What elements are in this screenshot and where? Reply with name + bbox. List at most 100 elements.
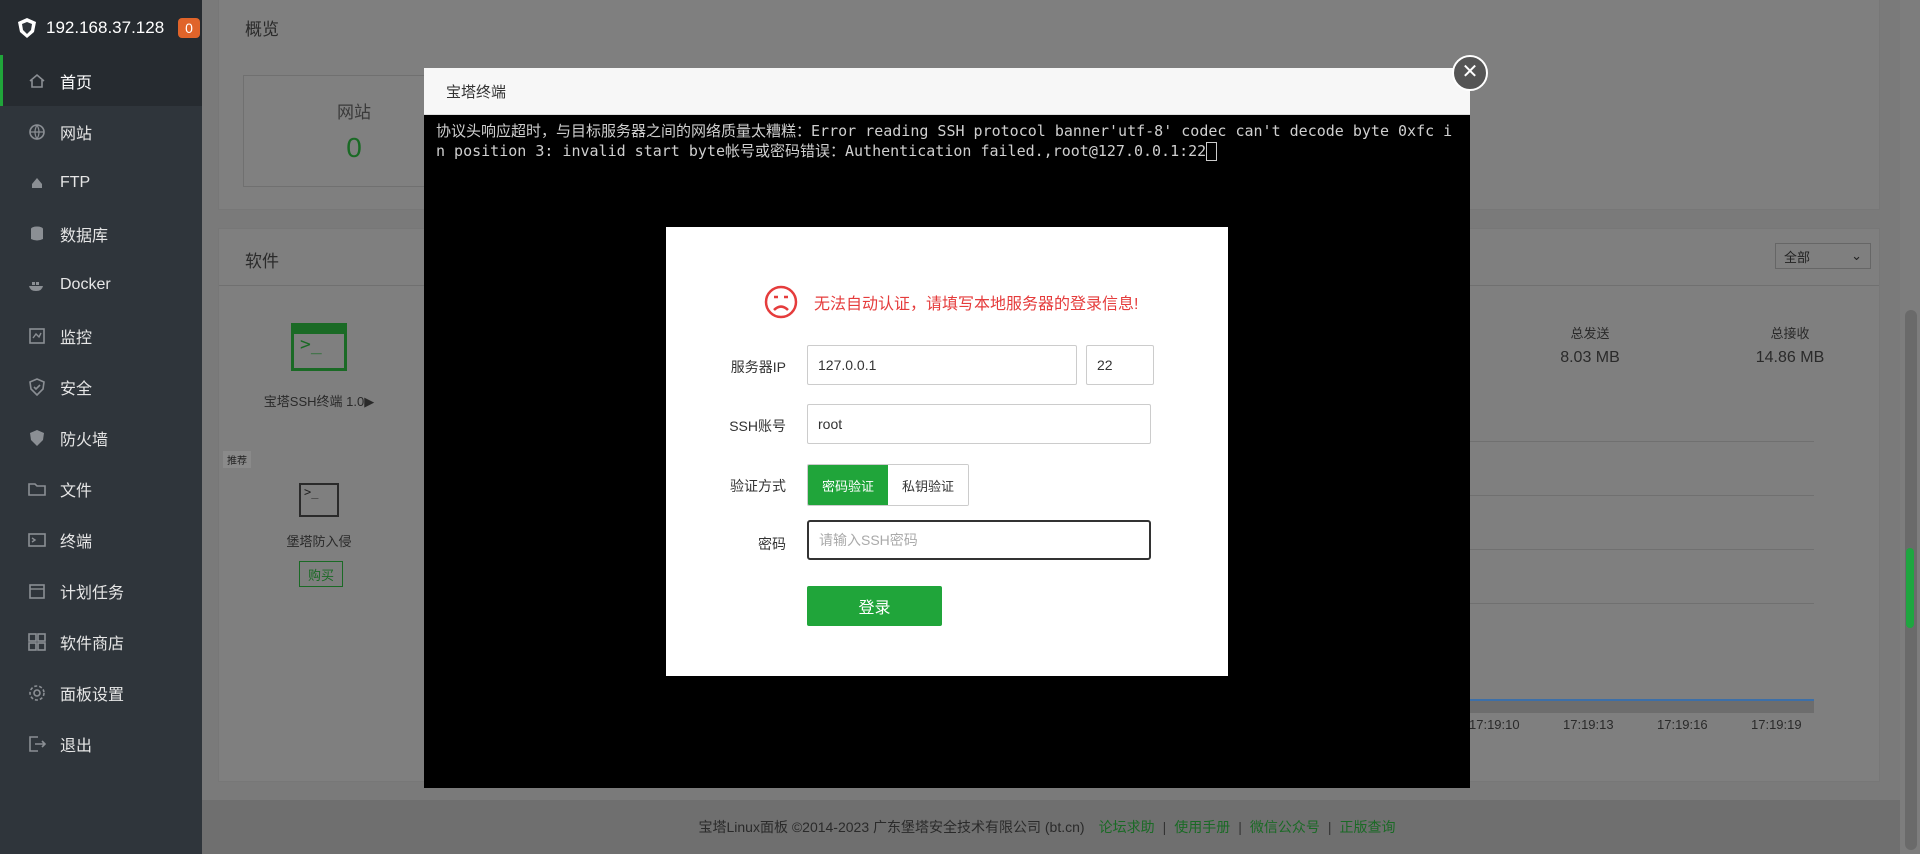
- server-ip-label: 服务器IP: [730, 359, 786, 375]
- folder-icon: [28, 480, 46, 498]
- ftp-icon: [28, 174, 46, 192]
- sidebar-item[interactable]: 面板设置: [0, 667, 202, 718]
- logout-icon: [28, 735, 46, 753]
- globe-icon: [28, 123, 46, 141]
- time-axis: 17:19:10 17:19:13 17:19:16 17:19:19: [1469, 717, 1869, 732]
- sidebar-item[interactable]: FTP: [0, 157, 202, 208]
- auth-method-toggle: 密码验证 私钥验证: [807, 464, 970, 506]
- close-icon[interactable]: ✕: [1452, 55, 1488, 91]
- sidebar-item[interactable]: 网站: [0, 106, 202, 157]
- forum-link[interactable]: 论坛求助: [1099, 817, 1155, 837]
- terminal-output[interactable]: 协议头响应超时，与目标服务器之间的网络质量太糟糕：Error reading S…: [424, 115, 1470, 167]
- terminal-cursor: [1206, 142, 1218, 161]
- ssh-login-dialog: 无法自动认证，请填写本地服务器的登录信息! 服务器IP 127.0.0.1 22…: [666, 227, 1228, 676]
- manual-link[interactable]: 使用手册: [1174, 817, 1230, 837]
- sidebar-item-label: 软件商店: [60, 635, 125, 653]
- shield-icon: [28, 377, 46, 396]
- home-icon: [28, 72, 46, 90]
- software-title: 软件: [245, 252, 279, 271]
- grid-line: [1469, 441, 1814, 442]
- firewall-icon: [28, 429, 46, 447]
- port-input[interactable]: 22: [1086, 345, 1154, 385]
- separator: |: [1327, 819, 1332, 835]
- sidebar-item-label: 首页: [60, 74, 93, 92]
- time-tick: 17:19:19: [1751, 717, 1802, 732]
- sidebar-item-label: 监控: [60, 329, 93, 347]
- recv-value: 14.86 MB: [1755, 349, 1825, 366]
- grid-line: [1469, 603, 1814, 604]
- sidebar-item-label: 文件: [60, 482, 93, 500]
- password-input[interactable]: 请输入SSH密码: [807, 520, 1151, 560]
- sidebar-item-label: 终端: [60, 533, 93, 551]
- gear-icon: [28, 684, 46, 702]
- terminal-output-text: 协议头响应超时，与目标服务器之间的网络质量太糟糕：Error reading S…: [436, 122, 1453, 160]
- ssh-account-input[interactable]: root: [807, 404, 1151, 444]
- terminal-title: 宝塔终端: [424, 68, 1470, 115]
- sidebar-item-label: 网站: [60, 125, 93, 143]
- sidebar-item[interactable]: 数据库: [0, 208, 202, 259]
- grid-icon: [28, 632, 46, 651]
- database-icon: [28, 225, 46, 243]
- traffic-series-line: [1469, 699, 1814, 713]
- software-filter-value: 全部: [1784, 249, 1811, 265]
- grid-line: [1469, 495, 1814, 496]
- sidebar-item[interactable]: 软件商店: [0, 616, 202, 667]
- time-tick: 17:19:10: [1469, 717, 1520, 732]
- sidebar-item-label: Docker: [60, 275, 111, 293]
- sidebar-item-label: 面板设置: [60, 686, 125, 704]
- calendar-icon: [28, 582, 46, 600]
- page-scrollbar[interactable]: [1900, 0, 1920, 854]
- sidebar-item-label: 安全: [60, 380, 93, 398]
- sidebar-item[interactable]: 首页: [0, 55, 202, 106]
- sidebar-item-label: 数据库: [60, 227, 109, 245]
- copyright: 宝塔Linux面板 ©2014-2023 广东堡塔安全技术有限公司 (bt.cn…: [698, 819, 1085, 835]
- terminal-app-icon[interactable]: >_: [291, 323, 347, 371]
- sidebar-item[interactable]: 防火墙: [0, 412, 202, 463]
- auth-method-label: 验证方式: [730, 478, 786, 494]
- server-ip-input[interactable]: 127.0.0.1: [807, 345, 1077, 385]
- ssh-account-label: SSH账号: [729, 418, 786, 434]
- sent-value: 8.03 MB: [1560, 349, 1620, 366]
- chevron-down-icon: ⌄: [1851, 248, 1862, 263]
- monitor-icon: [28, 327, 46, 345]
- wechat-link[interactable]: 微信公众号: [1250, 817, 1320, 837]
- bt-logo-icon: [18, 17, 36, 38]
- login-button[interactable]: 登录: [807, 586, 942, 626]
- sent-label: 总发送: [1570, 326, 1610, 341]
- password-auth-button[interactable]: 密码验证: [808, 465, 889, 505]
- sidebar-item[interactable]: Docker: [0, 259, 202, 310]
- recommend-tag: 推荐: [223, 451, 251, 468]
- auth-error-text: 无法自动认证，请填写本地服务器的登录信息!: [814, 296, 1139, 313]
- sidebar-item[interactable]: 文件: [0, 463, 202, 514]
- ssh-app-name[interactable]: 宝塔SSH终端 1.0▶: [259, 391, 379, 410]
- sidebar-item-label: 退出: [60, 737, 93, 755]
- license-link[interactable]: 正版查询: [1340, 817, 1396, 837]
- grid-line: [1469, 549, 1814, 550]
- sidebar-item[interactable]: 终端: [0, 514, 202, 565]
- host-ip: 192.168.37.128: [46, 17, 165, 37]
- key-auth-button[interactable]: 私钥验证: [888, 465, 969, 505]
- sidebar-item-label: FTP: [60, 173, 91, 191]
- password-label: 密码: [758, 536, 786, 552]
- overview-title: 概览: [245, 20, 279, 39]
- software-filter-select[interactable]: 全部 ⌄: [1775, 243, 1871, 269]
- auth-error: 无法自动认证，请填写本地服务器的登录信息!: [764, 285, 1138, 319]
- sidebar-header: 192.168.37.128 0: [0, 0, 202, 55]
- footer: 宝塔Linux面板 ©2014-2023 广东堡塔安全技术有限公司 (bt.cn…: [202, 800, 1900, 854]
- sidebar-item[interactable]: 退出: [0, 718, 202, 769]
- intrusion-app-icon[interactable]: >_: [299, 483, 339, 517]
- sidebar-item[interactable]: 计划任务: [0, 565, 202, 616]
- separator: |: [1162, 819, 1167, 835]
- sidebar-item[interactable]: 监控: [0, 310, 202, 361]
- separator: |: [1238, 819, 1242, 835]
- sidebar: 192.168.37.128 0 首页网站 FTP 数据库 Docker 监控安全防火墙…: [0, 0, 202, 854]
- docker-icon: [28, 276, 46, 294]
- message-badge[interactable]: 0: [178, 17, 200, 38]
- sidebar-item-label: 计划任务: [60, 584, 125, 602]
- buy-button[interactable]: 购买: [299, 561, 343, 587]
- sidebar-item[interactable]: 安全: [0, 361, 202, 412]
- scrollbar-indicator: [1906, 548, 1914, 628]
- recv-label: 总接收: [1770, 326, 1810, 341]
- time-tick: 17:19:13: [1563, 717, 1614, 732]
- time-tick: 17:19:16: [1657, 717, 1708, 732]
